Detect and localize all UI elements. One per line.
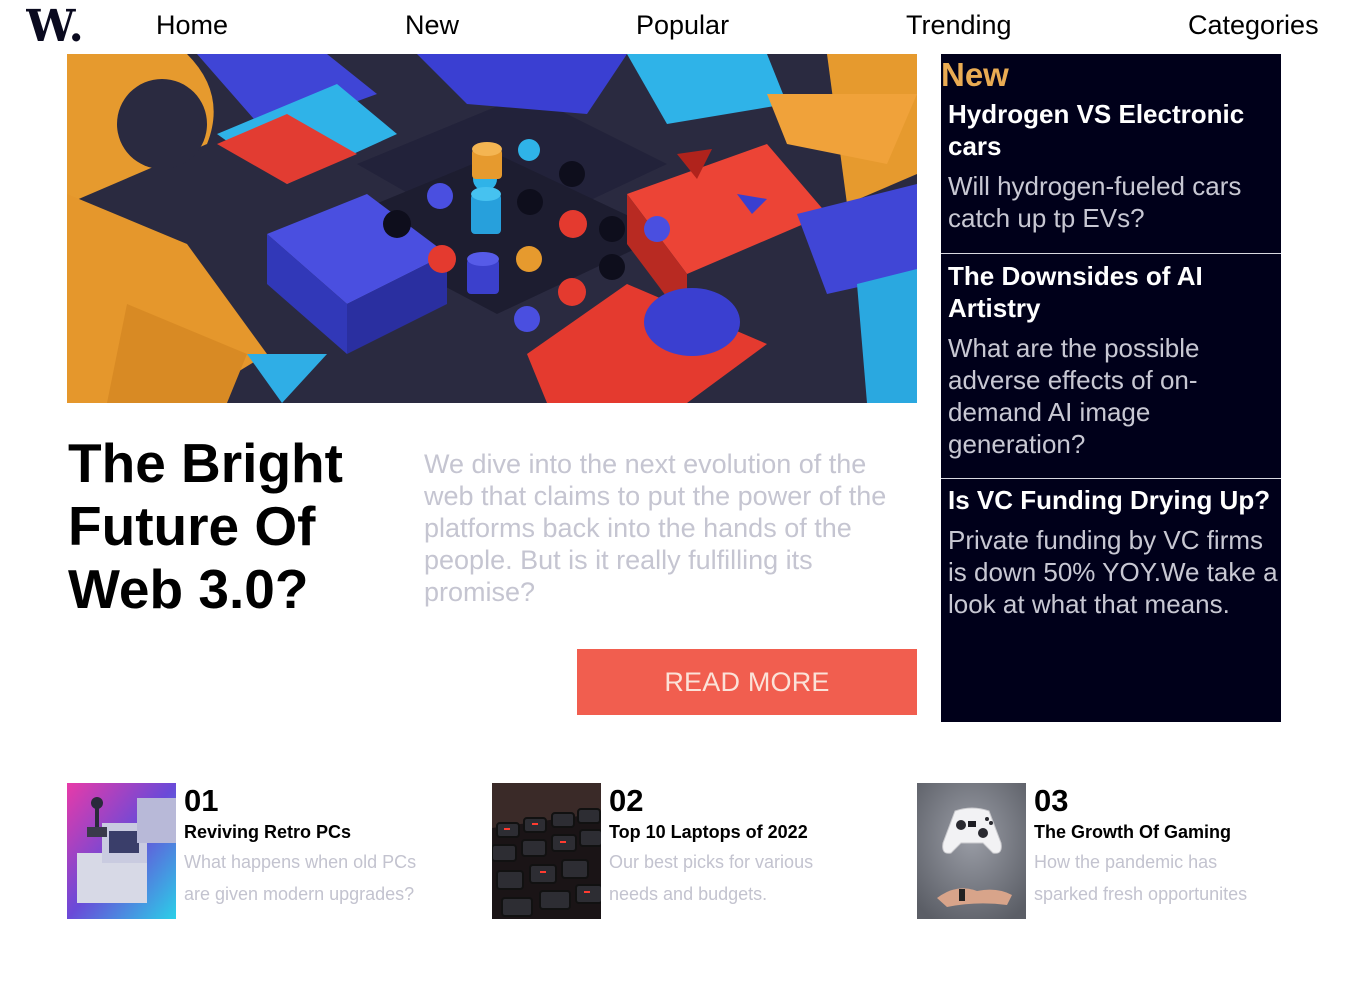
new-article-title[interactable]: Is VC Funding Drying Up? [948,484,1281,516]
new-article-item[interactable]: Is VC Funding Drying Up? Private funding… [941,484,1281,620]
article-title[interactable]: Reviving Retro PCs [184,822,351,843]
article-card[interactable]: 03 The Growth Of Gaming How the pandemic… [917,783,1277,919]
svg-text:W.: W. [26,4,84,46]
logo-mark: W. [25,1,84,52]
new-article-description: What are the possible adverse effects of… [948,333,1200,459]
article-description: What happens when old PCs are given mode… [184,852,417,904]
new-article-title[interactable]: The Downsides of AI Artistry [948,260,1281,324]
divider [941,478,1281,479]
new-article-item[interactable]: Hydrogen VS Electronic cars Will hydroge… [941,98,1281,234]
hero-description: We dive into the next evolution of the w… [424,449,887,607]
nav-categories[interactable]: Categories [1188,10,1319,41]
new-articles-panel: New Hydrogen VS Electronic cars Will hyd… [941,54,1281,722]
new-article-title[interactable]: Hydrogen VS Electronic cars [948,98,1281,162]
new-article-description: Will hydrogen-fueled cars catch up tp EV… [948,171,1242,233]
nav-popular[interactable]: Popular [636,10,729,41]
article-card[interactable]: 01 Reviving Retro PCs What happens when … [67,783,427,919]
new-panel-heading: New [941,56,1009,93]
article-number: 01 [184,783,219,818]
article-card[interactable]: 02 Top 10 Laptops of 2022 Our best picks… [492,783,852,919]
article-thumbnail-gaming[interactable] [917,783,1026,919]
article-title[interactable]: The Growth Of Gaming [1034,822,1231,843]
nav-new[interactable]: New [405,10,459,41]
hero-title: The Bright Future Of Web 3.0? [68,432,343,620]
article-number: 02 [609,783,644,818]
nav-home[interactable]: Home [156,10,228,41]
article-thumbnail-retro-pc[interactable] [67,783,176,919]
new-article-description: Private funding by VC firms is down 50% … [948,525,1278,619]
site-logo[interactable]: W. [25,1,84,52]
nav-trending[interactable]: Trending [906,10,1012,41]
new-article-item[interactable]: The Downsides of AI Artistry What are th… [941,260,1281,460]
read-more-button[interactable]: READ MORE [577,649,917,715]
hero-image [67,54,917,403]
article-description: How the pandemic has sparked fresh oppor… [1034,852,1248,904]
article-title[interactable]: Top 10 Laptops of 2022 [609,822,808,843]
divider [941,253,1281,254]
article-description: Our best picks for various needs and bud… [609,852,814,904]
article-thumbnail-laptop[interactable] [492,783,601,919]
article-number: 03 [1034,783,1069,818]
